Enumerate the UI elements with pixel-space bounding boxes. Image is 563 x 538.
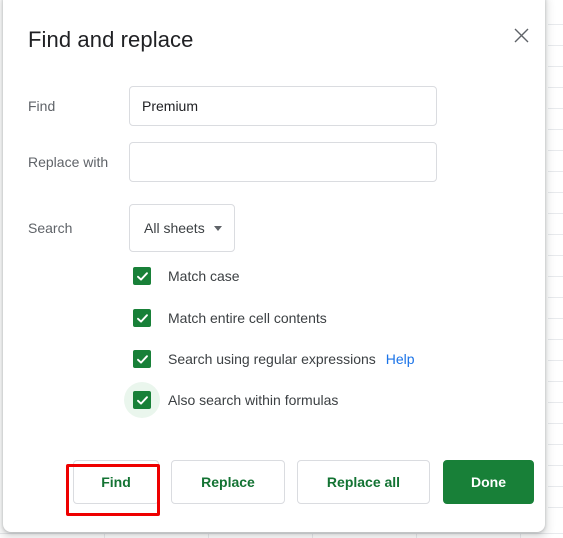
checkbox-checked-icon xyxy=(133,350,151,368)
grid-line xyxy=(548,171,563,172)
replace-label: Replace with xyxy=(28,154,109,170)
grid-line xyxy=(548,276,563,277)
replace-field-row: Replace with xyxy=(3,142,545,182)
option-label: Search using regular expressions xyxy=(168,351,376,367)
option-label: Match entire cell contents xyxy=(168,310,327,326)
find-field-row: Find xyxy=(3,86,545,126)
grid-line xyxy=(104,533,105,538)
grid-line xyxy=(548,297,563,298)
option-match-entire-cell[interactable]: Match entire cell contents xyxy=(3,304,327,332)
search-scope-row: Search All sheets xyxy=(3,204,545,252)
option-match-case[interactable]: Match case xyxy=(3,262,240,290)
grid-line xyxy=(548,150,563,151)
grid-line xyxy=(548,24,563,25)
grid-line xyxy=(548,87,563,88)
grid-line xyxy=(312,533,313,538)
regex-help-link[interactable]: Help xyxy=(386,351,415,367)
dialog-title: Find and replace xyxy=(28,27,194,52)
option-search-within-formulas[interactable]: Also search within formulas xyxy=(3,382,339,418)
done-button[interactable]: Done xyxy=(443,460,534,504)
grid-line xyxy=(548,465,563,466)
grid-line xyxy=(548,339,563,340)
replace-all-button[interactable]: Replace all xyxy=(297,460,430,504)
grid-line xyxy=(548,423,563,424)
grid-line xyxy=(548,255,563,256)
regular-expressions-checkbox[interactable] xyxy=(122,339,162,379)
grid-line xyxy=(548,234,563,235)
option-label: Also search within formulas xyxy=(168,392,339,408)
grid-line xyxy=(548,444,563,445)
grid-line xyxy=(548,213,563,214)
option-label: Match case xyxy=(168,268,240,284)
grid-line xyxy=(548,129,563,130)
match-entire-cell-checkbox[interactable] xyxy=(122,298,162,338)
checkbox-checked-icon xyxy=(133,267,151,285)
find-button[interactable]: Find xyxy=(73,460,159,504)
search-scope-dropdown[interactable]: All sheets xyxy=(129,204,235,252)
grid-line xyxy=(548,45,563,46)
find-and-replace-dialog: Find and replace Find Replace with Searc… xyxy=(3,0,545,532)
replace-input[interactable] xyxy=(129,142,437,182)
find-label: Find xyxy=(28,98,56,114)
grid-line xyxy=(208,533,209,538)
close-icon xyxy=(514,28,529,43)
grid-line xyxy=(548,192,563,193)
match-case-checkbox[interactable] xyxy=(122,256,162,296)
checkbox-checked-icon xyxy=(133,391,151,409)
option-regular-expressions[interactable]: Search using regular expressions Help xyxy=(3,345,415,373)
grid-line xyxy=(0,533,563,534)
replace-button[interactable]: Replace xyxy=(171,460,285,504)
grid-line xyxy=(548,402,563,403)
find-input[interactable] xyxy=(129,86,437,126)
search-scope-value: All sheets xyxy=(144,220,205,236)
grid-line xyxy=(548,507,563,508)
chevron-down-icon xyxy=(213,225,222,231)
grid-line xyxy=(416,533,417,538)
grid-line xyxy=(548,108,563,109)
grid-line xyxy=(548,360,563,361)
close-button[interactable] xyxy=(505,19,537,51)
checkbox-checked-icon xyxy=(133,309,151,327)
grid-line xyxy=(548,381,563,382)
search-within-formulas-checkbox[interactable] xyxy=(122,380,162,420)
grid-line xyxy=(520,533,521,538)
grid-line xyxy=(548,486,563,487)
grid-line xyxy=(548,66,563,67)
search-label: Search xyxy=(28,220,73,236)
grid-line xyxy=(548,318,563,319)
